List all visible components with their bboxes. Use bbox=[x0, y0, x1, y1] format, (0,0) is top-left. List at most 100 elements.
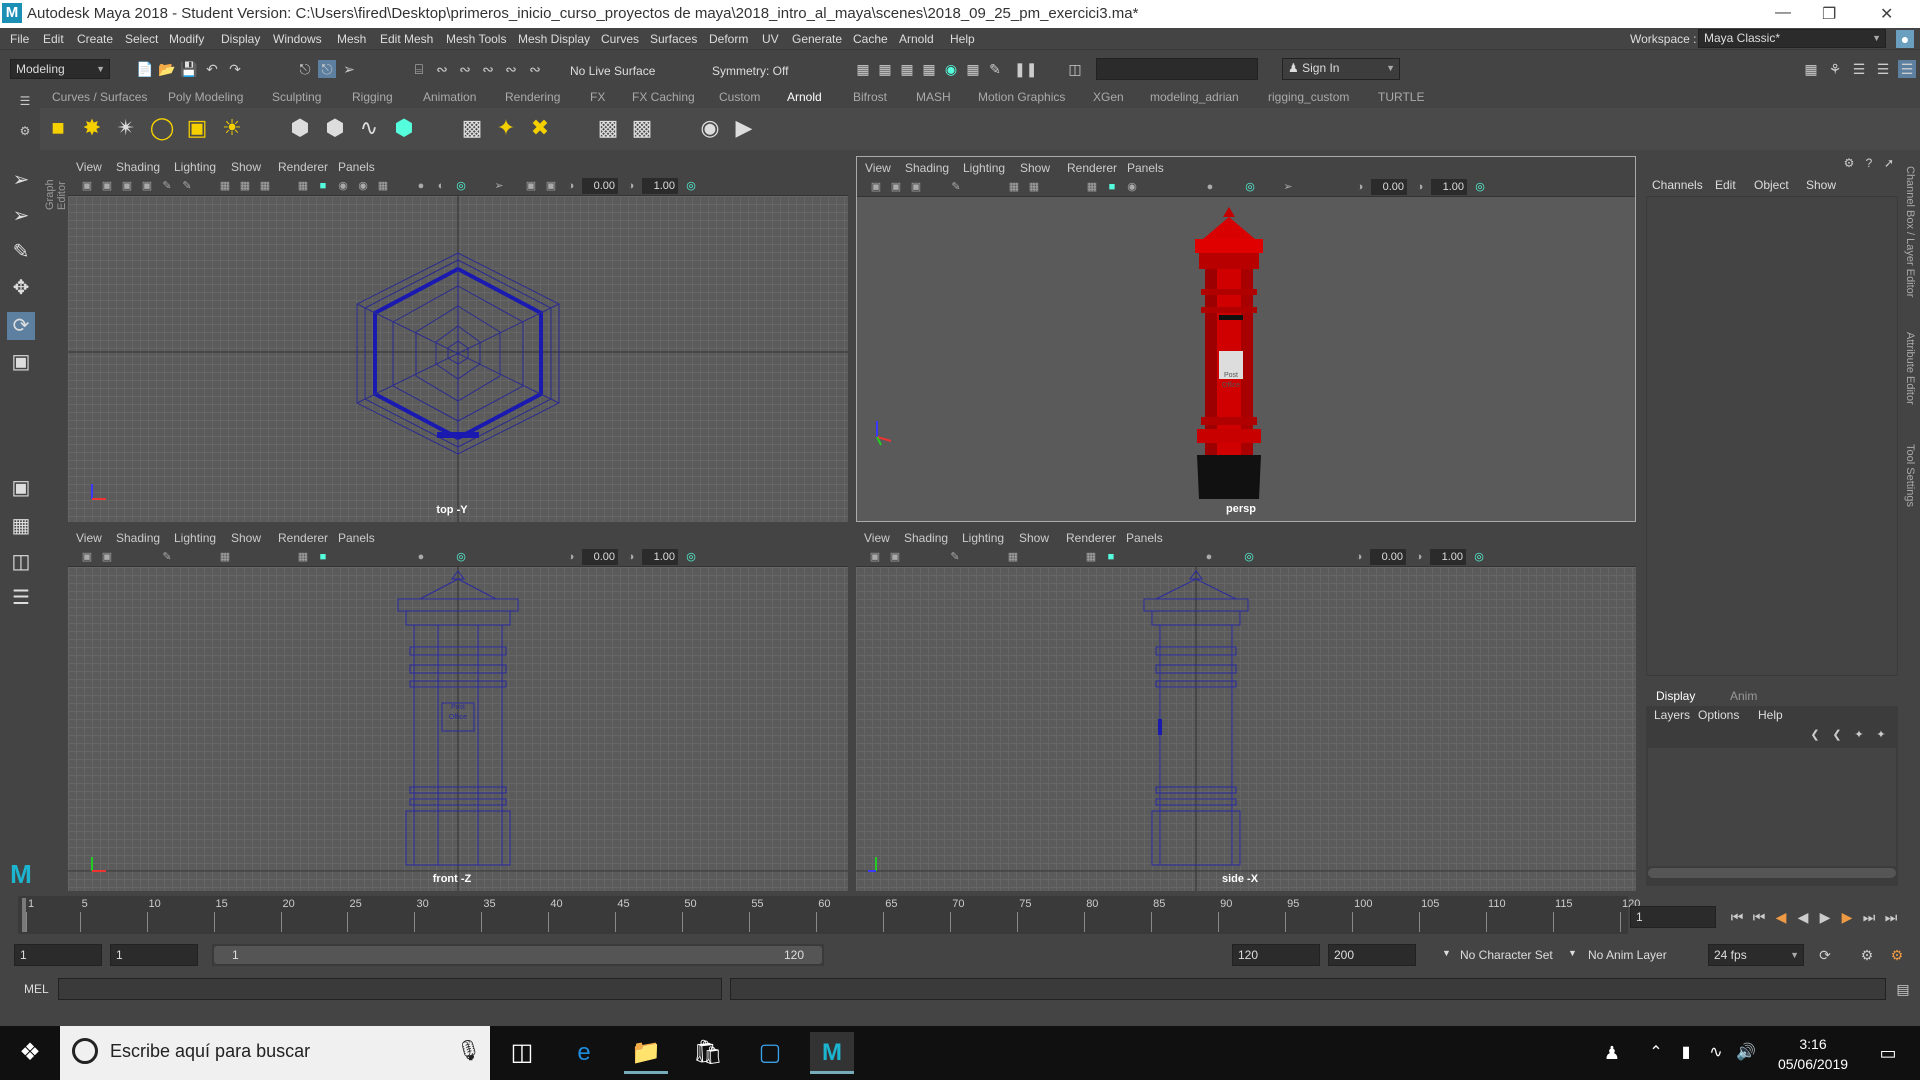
step-forward-frame-icon[interactable]: ▶ bbox=[1838, 908, 1856, 926]
grid-icon[interactable]: ▦ bbox=[1007, 180, 1021, 194]
vp-menu-view[interactable]: View bbox=[864, 531, 890, 545]
node-editor-icon[interactable]: ⚙ bbox=[1840, 154, 1858, 172]
standin-icon[interactable]: ⬢ bbox=[286, 114, 314, 142]
ipr-render-icon[interactable]: ▦ bbox=[898, 60, 916, 78]
shelf-tab-curves-surfaces[interactable]: Curves / Surfaces bbox=[52, 90, 147, 104]
side-tab-channel-box[interactable]: Channel Box / Layer Editor bbox=[1904, 166, 1916, 297]
close-icon[interactable]: ✕ bbox=[1880, 4, 1893, 24]
camera-lock-icon[interactable]: ▣ bbox=[889, 180, 903, 194]
ambient-occlusion-icon[interactable]: ● bbox=[1202, 550, 1216, 564]
camera-icon[interactable]: ▣ bbox=[80, 550, 94, 564]
mesh-light-icon[interactable]: ✸ bbox=[78, 114, 106, 142]
gamma-icon[interactable]: ◑ bbox=[624, 550, 638, 564]
viewport-canvas[interactable]: Post Office front -Z bbox=[68, 567, 848, 891]
step-forward-key-icon[interactable]: ⏭ bbox=[1860, 908, 1878, 926]
bookmark-icon[interactable]: ▣ bbox=[120, 179, 134, 193]
help-icon[interactable]: ? bbox=[1860, 154, 1878, 172]
textured-icon[interactable]: ◉ bbox=[1125, 180, 1139, 194]
menu-display[interactable]: Display bbox=[221, 32, 260, 46]
shelf-tab-fx[interactable]: FX bbox=[590, 90, 605, 104]
snap-grid-icon[interactable]: ⌸ bbox=[410, 60, 428, 78]
new-layer-selected-icon[interactable]: ✦ bbox=[1872, 726, 1890, 744]
wireframe-icon[interactable]: ▦ bbox=[1084, 550, 1098, 564]
photometric-light-icon[interactable]: ✴ bbox=[112, 114, 140, 142]
viewport-canvas[interactable]: side -X bbox=[856, 567, 1636, 891]
layer-tab-anim[interactable]: Anim bbox=[1730, 689, 1757, 703]
open-scene-icon[interactable]: 📂 bbox=[158, 60, 176, 78]
script-editor-icon[interactable]: ▤ bbox=[1894, 980, 1912, 998]
mobile-app-icon[interactable]: ▢ bbox=[748, 1032, 792, 1074]
file-explorer-icon[interactable]: 📁 bbox=[624, 1032, 668, 1074]
render-settings-icon[interactable]: ▦ bbox=[920, 60, 938, 78]
color-management-icon[interactable]: ◎ bbox=[1473, 180, 1487, 194]
playback-end-field[interactable]: 120 bbox=[1232, 944, 1320, 966]
lock-icon[interactable]: ● bbox=[1896, 30, 1914, 48]
eye-icon[interactable]: ◉ bbox=[696, 114, 724, 142]
mel-label[interactable]: MEL bbox=[24, 982, 49, 996]
viewport-front[interactable]: View Shading Lighting Show Renderer Pane… bbox=[68, 527, 848, 891]
modeling-toolkit-icon[interactable]: ▦ bbox=[1802, 60, 1820, 78]
resolution-gate-icon[interactable]: ▦ bbox=[258, 179, 272, 193]
layer-tab-display[interactable]: Display bbox=[1656, 689, 1695, 703]
side-tab-tool-settings[interactable]: Tool Settings bbox=[1904, 444, 1916, 507]
command-input[interactable] bbox=[58, 978, 722, 1000]
undo-icon[interactable]: ↶ bbox=[203, 60, 221, 78]
menu-modify[interactable]: Modify bbox=[169, 32, 204, 46]
skydome-light-icon[interactable]: ◯ bbox=[148, 114, 176, 142]
go-to-start-icon[interactable]: ⏮ bbox=[1728, 908, 1746, 926]
gamma-icon[interactable]: ◑ bbox=[1413, 180, 1427, 194]
animation-end-field[interactable]: 200 bbox=[1328, 944, 1416, 966]
camera-lock-icon[interactable]: ▣ bbox=[100, 179, 114, 193]
ambient-occlusion-icon[interactable]: ● bbox=[1203, 180, 1217, 194]
quick-search-field[interactable] bbox=[1096, 58, 1258, 80]
menu-cache[interactable]: Cache bbox=[853, 32, 888, 46]
panel-toggle-icon[interactable]: ◫ bbox=[1066, 60, 1084, 78]
minimize-icon[interactable]: — bbox=[1775, 4, 1791, 22]
snap-curve-icon[interactable]: ∾ bbox=[433, 60, 451, 78]
menu-deform[interactable]: Deform bbox=[709, 32, 748, 46]
go-to-end-icon[interactable]: ⏭ bbox=[1882, 908, 1900, 926]
grease-pencil-icon[interactable]: ✎ bbox=[949, 180, 963, 194]
light-portal-icon[interactable]: ▣ bbox=[183, 114, 211, 142]
channel-menu-edit[interactable]: Edit bbox=[1715, 178, 1736, 192]
chevron-down-icon[interactable]: ▼ bbox=[1568, 948, 1577, 958]
arnold-ipr-icon[interactable]: ✎ bbox=[986, 60, 1004, 78]
vp-menu-panels[interactable]: Panels bbox=[1127, 161, 1164, 175]
vp-menu-lighting[interactable]: Lighting bbox=[174, 160, 216, 174]
xray-icon[interactable]: ➢ bbox=[1281, 180, 1295, 194]
color-management-icon[interactable]: ◎ bbox=[684, 179, 698, 193]
notifications-icon[interactable]: ▭ bbox=[1866, 1032, 1910, 1074]
menu-surfaces[interactable]: Surfaces bbox=[650, 32, 697, 46]
vp-menu-shading[interactable]: Shading bbox=[905, 161, 949, 175]
vp-menu-renderer[interactable]: Renderer bbox=[1066, 531, 1116, 545]
viewport-top[interactable]: View Shading Lighting Show Renderer Pane… bbox=[68, 156, 848, 522]
ambient-occlusion-icon[interactable]: ● bbox=[414, 550, 428, 564]
animation-start-field[interactable]: 1 bbox=[14, 944, 102, 966]
windows-start-icon[interactable]: ❖ bbox=[8, 1032, 52, 1074]
vp-menu-shading[interactable]: Shading bbox=[904, 531, 948, 545]
menu-uv[interactable]: UV bbox=[762, 32, 779, 46]
exposure-field[interactable]: 0.00 bbox=[582, 178, 618, 194]
fps-dropdown[interactable]: 24 fps ▼ bbox=[1708, 944, 1804, 966]
vp-menu-view[interactable]: View bbox=[76, 531, 102, 545]
redo-icon[interactable]: ↷ bbox=[226, 60, 244, 78]
time-slider[interactable]: 1 5 10 15 20 25 30 35 40 45 50 55 60 65 70 75 80 85 90 95 10… bbox=[0, 896, 1920, 938]
shelf-tab-sculpting[interactable]: Sculpting bbox=[272, 90, 321, 104]
wireframe-icon[interactable]: ▦ bbox=[296, 179, 310, 193]
store-icon[interactable]: 🛍 bbox=[686, 1032, 730, 1074]
vp-menu-panels[interactable]: Panels bbox=[338, 531, 375, 545]
color-management-icon[interactable]: ◎ bbox=[684, 550, 698, 564]
grease-pencil-icon[interactable]: ✎ bbox=[948, 550, 962, 564]
select-hierarchy-icon[interactable]: ⎋ bbox=[296, 60, 314, 78]
graph-editor-tab[interactable]: Graph Editor bbox=[44, 150, 68, 210]
scale-tool-icon[interactable]: ▣ bbox=[7, 348, 35, 376]
channel-menu-object[interactable]: Object bbox=[1754, 178, 1789, 192]
gamma-field[interactable]: 1.00 bbox=[1431, 179, 1467, 195]
vp-menu-renderer[interactable]: Renderer bbox=[278, 531, 328, 545]
vp-menu-show[interactable]: Show bbox=[1019, 531, 1049, 545]
ambient-occlusion-icon[interactable]: ● bbox=[414, 179, 428, 193]
license-icon[interactable]: ▩ bbox=[628, 114, 656, 142]
volume-icon[interactable]: ∿ bbox=[355, 114, 383, 142]
vp-menu-view[interactable]: View bbox=[865, 161, 891, 175]
menu-windows[interactable]: Windows bbox=[273, 32, 322, 46]
